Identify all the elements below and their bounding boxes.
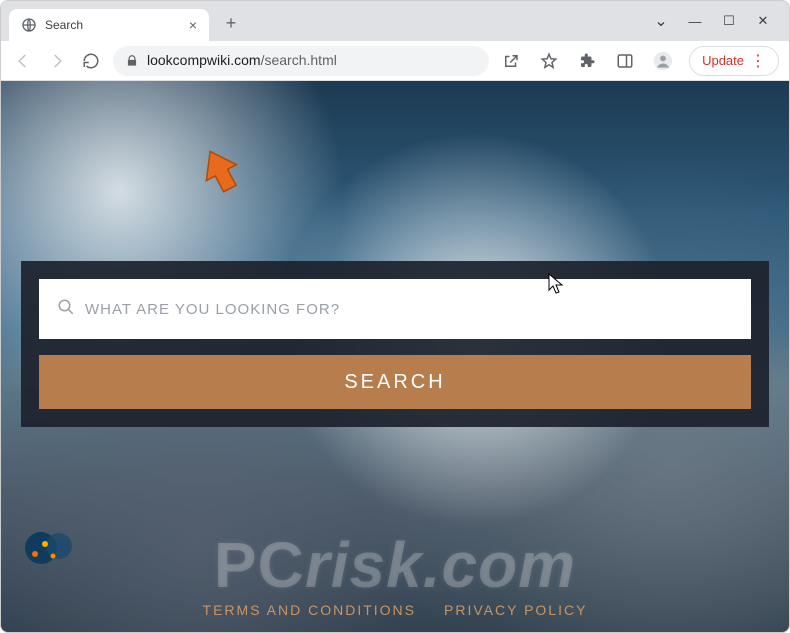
close-button[interactable]: ✕	[755, 13, 771, 29]
search-input-container	[39, 279, 751, 339]
browser-titlebar: Search × + ⌄ — ☐ ✕	[1, 1, 789, 41]
url-text: lookcompwiki.com/search.html	[147, 52, 337, 70]
forward-button[interactable]	[45, 49, 69, 73]
lock-icon	[125, 54, 139, 68]
browser-toolbar: lookcompwiki.com/search.html Update ⋮	[1, 41, 789, 81]
address-bar[interactable]: lookcompwiki.com/search.html	[113, 46, 489, 76]
privacy-link[interactable]: PRIVACY POLICY	[444, 602, 587, 618]
page-viewport: SEARCH PCrisk.com TERMS AND CONDITIONS P…	[1, 81, 789, 632]
menu-dots-icon: ⋮	[750, 51, 766, 71]
url-host: lookcompwiki.com	[147, 52, 261, 68]
chevron-down-icon[interactable]: ⌄	[653, 11, 669, 31]
tab-close-button[interactable]: ×	[189, 17, 197, 33]
search-input[interactable]	[85, 301, 733, 318]
reload-button[interactable]	[79, 49, 103, 73]
share-icon[interactable]	[499, 49, 523, 73]
globe-icon	[21, 17, 37, 33]
search-button-label: SEARCH	[344, 371, 445, 394]
sidepanel-icon[interactable]	[613, 49, 637, 73]
footer-links: TERMS AND CONDITIONS PRIVACY POLICY	[1, 602, 789, 618]
back-button[interactable]	[11, 49, 35, 73]
search-icon	[57, 298, 75, 321]
maximize-button[interactable]: ☐	[721, 13, 737, 29]
tab-title: Search	[45, 18, 83, 32]
window-controls: ⌄ — ☐ ✕	[653, 11, 781, 31]
bookmark-star-icon[interactable]	[537, 49, 561, 73]
update-label: Update	[702, 53, 744, 68]
search-button[interactable]: SEARCH	[39, 355, 751, 409]
profile-icon[interactable]	[651, 49, 675, 73]
new-tab-button[interactable]: +	[217, 9, 245, 37]
url-path: /search.html	[261, 52, 337, 68]
browser-tab[interactable]: Search ×	[9, 9, 209, 41]
update-button[interactable]: Update ⋮	[689, 46, 779, 76]
minimize-button[interactable]: —	[687, 14, 703, 29]
terms-link[interactable]: TERMS AND CONDITIONS	[203, 602, 416, 618]
extensions-icon[interactable]	[575, 49, 599, 73]
search-panel: SEARCH	[21, 261, 769, 427]
